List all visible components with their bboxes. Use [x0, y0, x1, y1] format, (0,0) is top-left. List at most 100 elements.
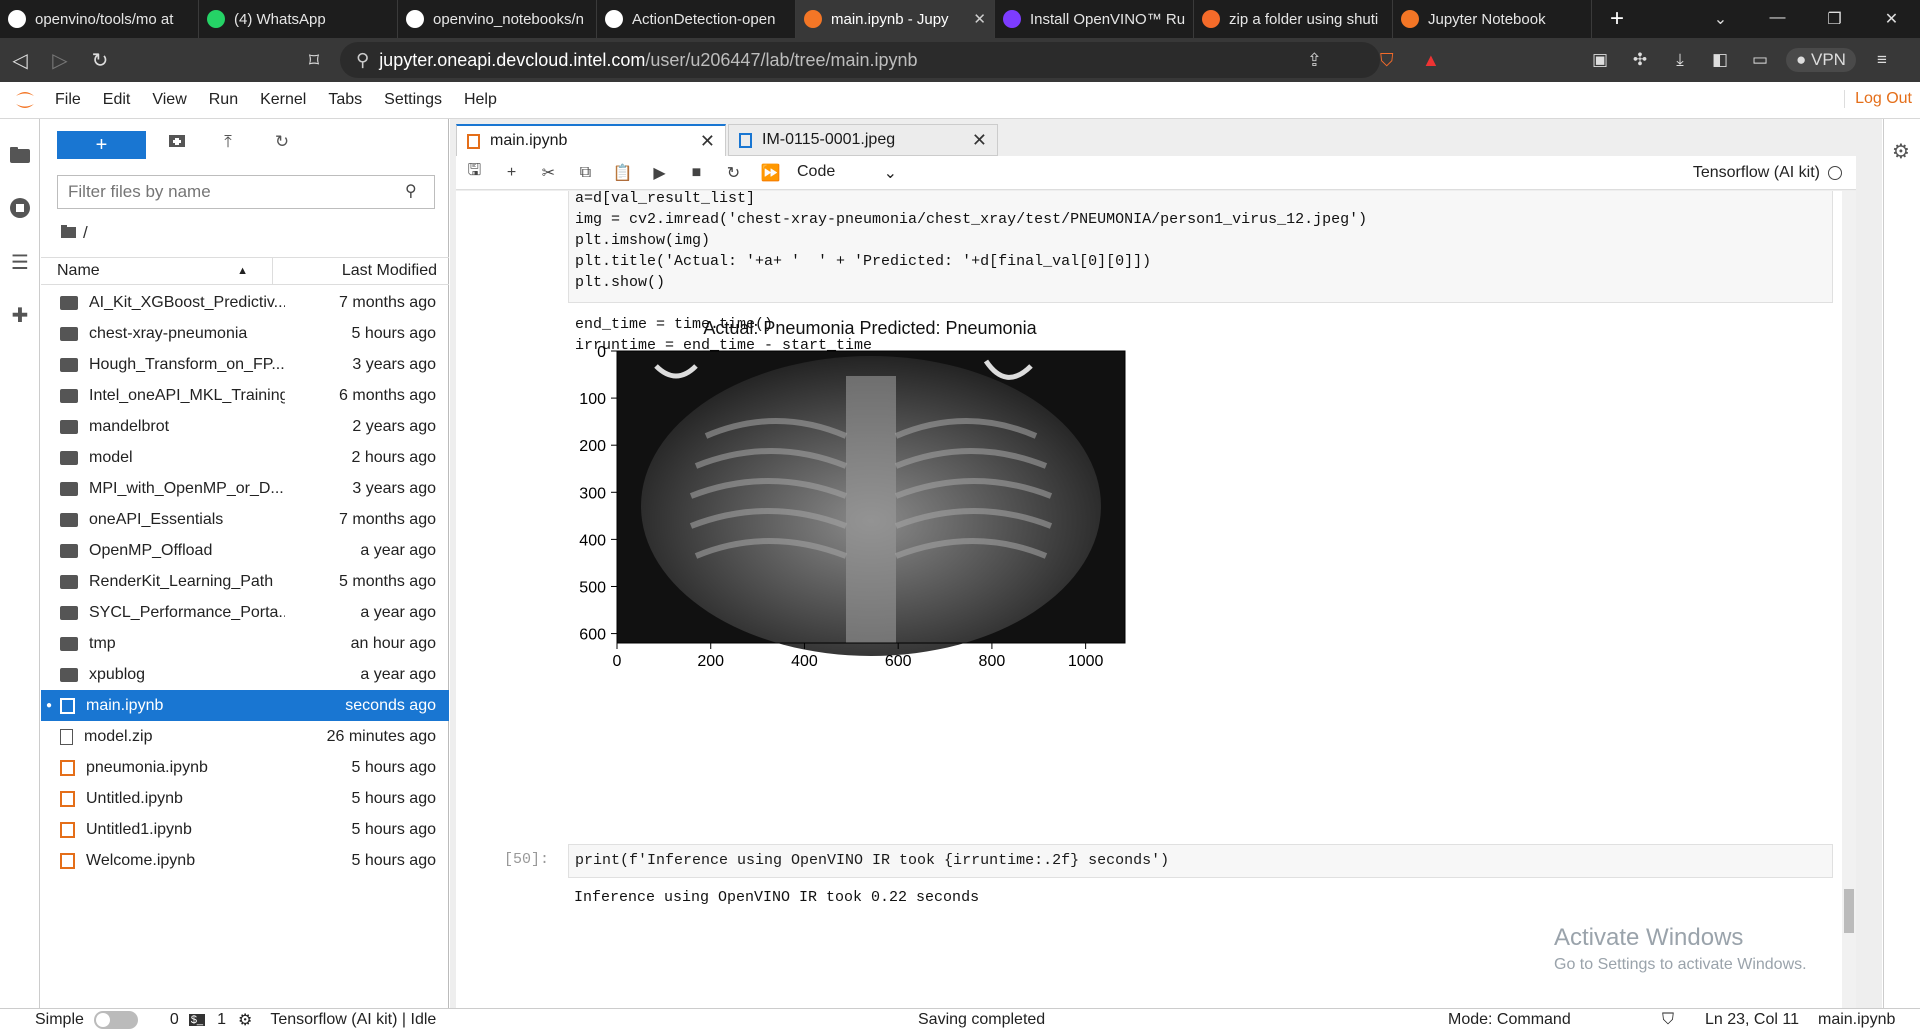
browser-tab-title: openvino/tools/mo at — [35, 10, 174, 28]
kernels-count[interactable]: 1 — [217, 1011, 226, 1029]
document-tab[interactable]: main.ipynb ✕ — [456, 124, 726, 156]
url-bar[interactable]: ⚲ jupyter.oneapi.devcloud.intel.com/user… — [340, 42, 1440, 78]
browser-tab[interactable]: zip a folder using shuti — [1194, 0, 1393, 38]
file-list-item[interactable]: Welcome.ipynb 5 hours ago — [41, 845, 449, 876]
brave-rewards-icon[interactable]: ▲ — [1422, 50, 1440, 71]
browser-tab[interactable]: Install OpenVINO™ Ru — [995, 0, 1194, 38]
filter-files-input[interactable] — [57, 175, 435, 209]
tab-search-icon[interactable]: ⌄ — [1692, 9, 1749, 29]
menu-settings[interactable]: Settings — [373, 91, 453, 109]
file-list-item[interactable]: MPI_with_OpenMP_or_D... 3 years ago — [41, 473, 449, 504]
cell-type-select[interactable]: Code ⌄ — [797, 163, 897, 183]
file-list-item[interactable]: chest-xray-pneumonia 5 hours ago — [41, 318, 449, 349]
new-folder-icon[interactable] — [163, 132, 191, 160]
file-list-item[interactable]: AI_Kit_XGBoost_Predictiv... 7 months ago — [41, 287, 449, 318]
tab-grid-icon[interactable]: ▣ — [1580, 50, 1620, 70]
file-list-item[interactable]: Untitled1.ipynb 5 hours ago — [41, 814, 449, 845]
file-list-item[interactable]: xpublog a year ago — [41, 659, 449, 690]
file-list-item[interactable]: pneumonia.ipynb 5 hours ago — [41, 752, 449, 783]
file-list-item[interactable]: SYCL_Performance_Porta... a year ago — [41, 597, 449, 628]
menu-view[interactable]: View — [141, 91, 197, 109]
running-sessions-icon[interactable] — [6, 194, 34, 222]
property-inspector-icon[interactable]: ⚙ — [1892, 139, 1910, 164]
menu-tabs[interactable]: Tabs — [317, 91, 373, 109]
menu-icon[interactable]: ≡ — [1862, 50, 1902, 70]
table-of-contents-icon[interactable]: ☰ — [6, 248, 34, 276]
terminals-count[interactable]: 0 — [170, 1011, 179, 1029]
kernel-name[interactable]: Tensorflow (AI kit) — [1693, 164, 1828, 182]
cut-icon[interactable]: ✂ — [530, 163, 567, 183]
document-tab[interactable]: IM-0115-0001.jpeg ✕ — [728, 124, 998, 156]
copy-icon[interactable]: ⧉ — [567, 164, 604, 182]
menu-file[interactable]: File — [44, 91, 92, 109]
folder-icon[interactable] — [6, 141, 34, 169]
restart-run-all-icon[interactable]: ⏩ — [752, 163, 789, 183]
browser-tab[interactable]: main.ipynb - Jupy ✕ — [796, 0, 995, 38]
insert-cell-icon[interactable]: + — [493, 164, 530, 182]
kernel-status[interactable]: Tensorflow (AI kit) | Idle — [270, 1011, 436, 1029]
download-icon[interactable]: ⤓ — [1660, 50, 1700, 70]
restart-icon[interactable]: ↻ — [715, 163, 752, 183]
save-icon[interactable]: 🖫 — [456, 159, 493, 186]
extensions-icon[interactable]: ✣ — [1620, 50, 1660, 70]
bookmark-icon[interactable]: ⌑ — [294, 48, 334, 73]
name-column-header[interactable]: Name ▲ — [41, 257, 273, 285]
reload-icon[interactable]: ↻ — [80, 48, 120, 73]
file-list-item[interactable]: RenderKit_Learning_Path 5 months ago — [41, 566, 449, 597]
new-launcher-button[interactable]: + — [57, 131, 146, 159]
file-list-item[interactable]: mandelbrot 2 years ago — [41, 411, 449, 442]
breadcrumb-root[interactable]: / — [83, 223, 88, 242]
file-list-item[interactable]: tmp an hour ago — [41, 628, 449, 659]
file-list-item[interactable]: model.zip 26 minutes ago — [41, 721, 449, 752]
restore-icon[interactable]: ❐ — [1806, 9, 1863, 29]
close-tab-icon[interactable]: ✕ — [700, 131, 715, 152]
y-tick-label: 100 — [579, 391, 606, 408]
run-icon[interactable]: ▶ — [641, 163, 678, 183]
scrollbar-thumb[interactable] — [1844, 889, 1854, 933]
simple-mode-toggle[interactable] — [93, 1010, 138, 1029]
file-name: Hough_Transform_on_FP... — [89, 355, 285, 373]
refresh-icon[interactable]: ↻ — [268, 132, 296, 160]
code-line: a=d[val_result_list] — [575, 191, 756, 207]
browser-tab[interactable]: (4) WhatsApp — [199, 0, 398, 38]
close-tab-icon[interactable]: ✕ — [972, 130, 987, 151]
file-list-item[interactable]: Intel_oneAPI_MKL_Training 6 months ago — [41, 380, 449, 411]
paste-icon[interactable]: 📋 — [604, 163, 641, 183]
file-list-item[interactable]: oneAPI_Essentials 7 months ago — [41, 504, 449, 535]
new-tab-button[interactable]: + — [1592, 5, 1642, 33]
wallet-icon[interactable]: ▭ — [1740, 50, 1780, 70]
extensions-puzzle-icon[interactable]: ✚ — [6, 301, 34, 329]
close-tab-icon[interactable]: ✕ — [973, 10, 986, 28]
file-list-item[interactable]: model 2 hours ago — [41, 442, 449, 473]
menu-help[interactable]: Help — [453, 91, 508, 109]
close-window-icon[interactable]: ✕ — [1863, 9, 1920, 29]
browser-tab[interactable]: Jupyter Notebook — [1393, 0, 1592, 38]
file-list-item[interactable]: OpenMP_Offload a year ago — [41, 535, 449, 566]
site-info-icon[interactable]: ⚲ — [356, 50, 369, 71]
notebook-scrollbar[interactable] — [1842, 191, 1856, 1008]
browser-tab[interactable]: ActionDetection-open — [597, 0, 796, 38]
browser-tab[interactable]: openvino/tools/mo at — [0, 0, 199, 38]
modified-column-header[interactable]: Last Modified — [273, 262, 449, 280]
stop-icon[interactable]: ■ — [678, 164, 715, 182]
upload-icon[interactable]: ⤒ — [214, 132, 242, 160]
brave-shield-icon[interactable]: ⛉ — [1380, 50, 1394, 71]
minimize-icon[interactable]: — — [1749, 9, 1806, 29]
logout-button[interactable]: Log Out — [1844, 90, 1912, 108]
file-list-item[interactable]: Untitled.ipynb 5 hours ago — [41, 783, 449, 814]
cursor-position[interactable]: Ln 23, Col 11 — [1705, 1011, 1799, 1029]
forward-icon[interactable]: ▷ — [40, 48, 80, 73]
vpn-button[interactable]: ● VPN — [1786, 48, 1856, 72]
file-list-item[interactable]: Hough_Transform_on_FP... 3 years ago — [41, 349, 449, 380]
code-cell-2-editor[interactable]: print(f'Inference using OpenVINO IR took… — [568, 844, 1833, 878]
menu-kernel[interactable]: Kernel — [249, 91, 317, 109]
sidebar-icon[interactable]: ◧ — [1700, 50, 1740, 70]
share-icon[interactable]: ⇪ — [1307, 50, 1322, 71]
code-cell-editor[interactable]: a=d[val_result_list] img = cv2.imread('ch… — [568, 191, 1833, 354]
back-icon[interactable]: ◁ — [0, 48, 40, 73]
menu-run[interactable]: Run — [198, 91, 249, 109]
browser-tab[interactable]: openvino_notebooks/n — [398, 0, 597, 38]
menu-edit[interactable]: Edit — [92, 91, 142, 109]
notebook-body[interactable]: a=d[val_result_list] img = cv2.imread('ch… — [456, 191, 1856, 1008]
file-list-item[interactable]: ● main.ipynb seconds ago — [41, 690, 449, 721]
